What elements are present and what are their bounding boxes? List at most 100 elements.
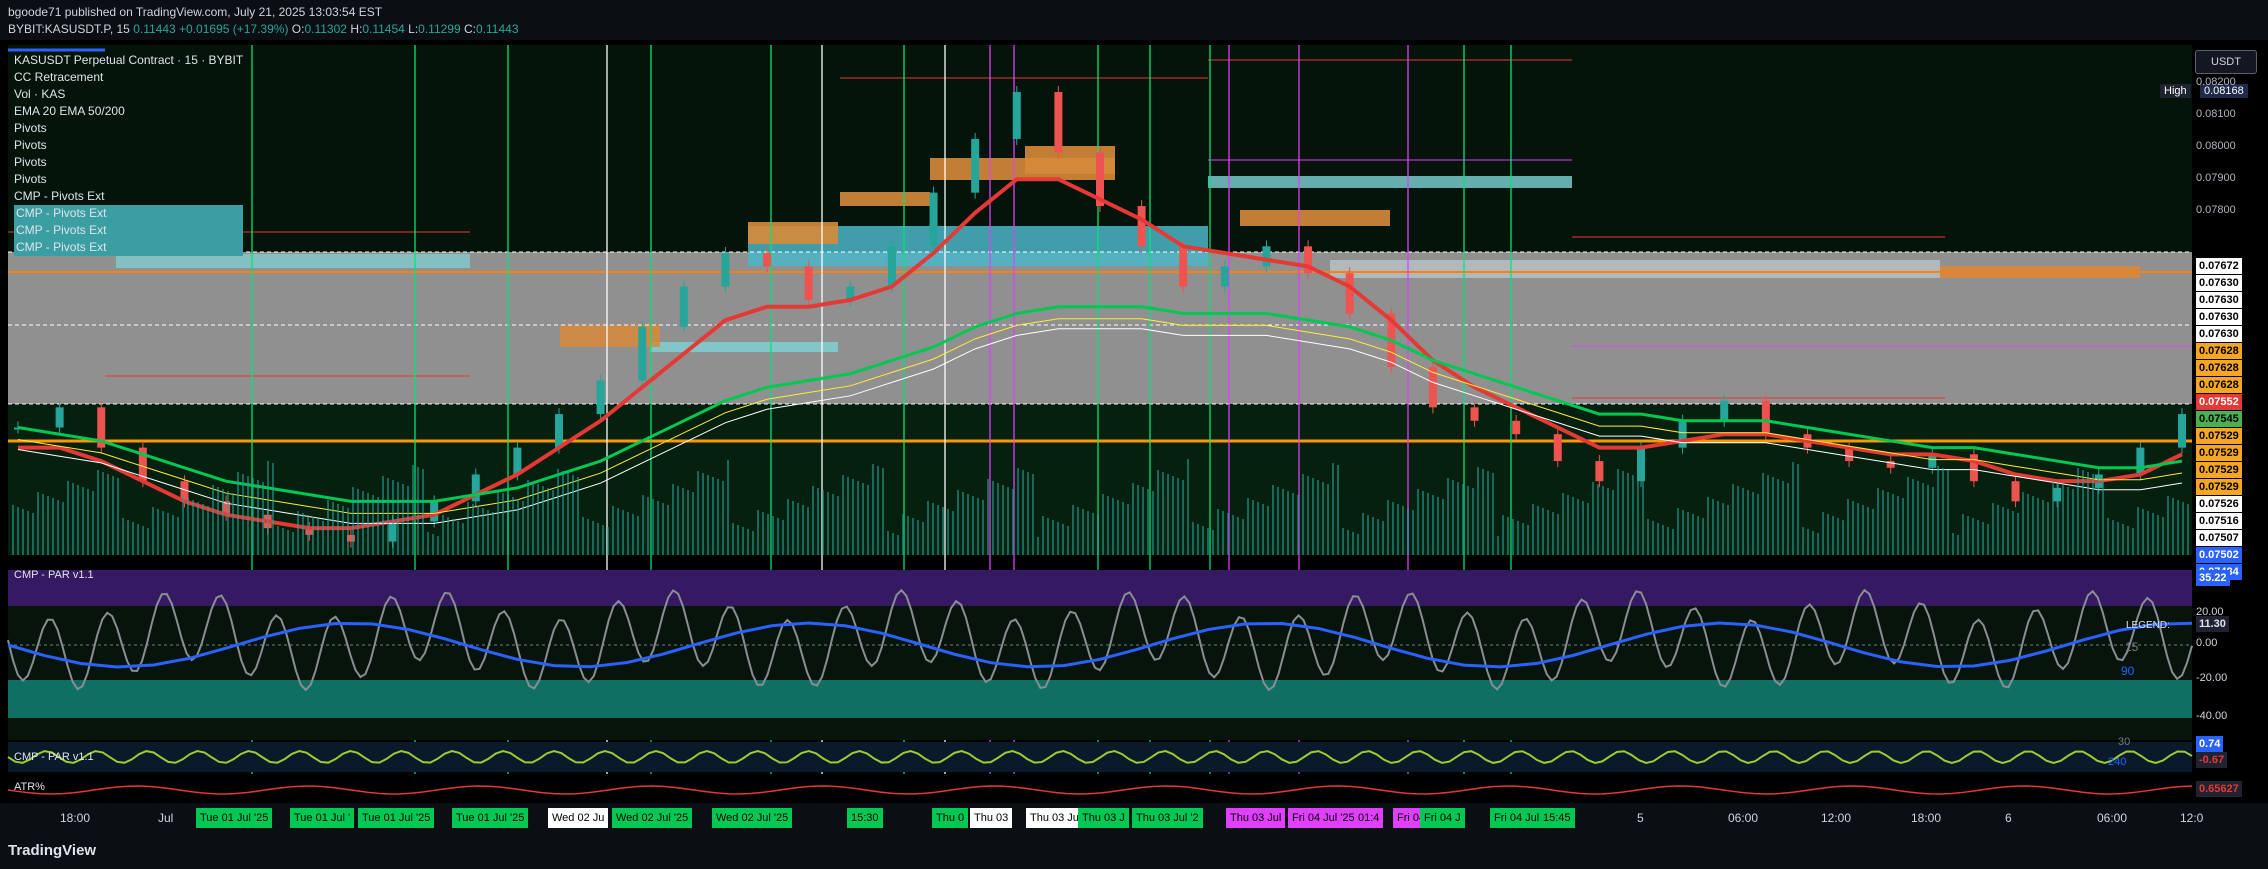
volume-bar — [427, 532, 429, 555]
osc2-num-240: 240 — [2108, 756, 2127, 768]
volume-bar — [1337, 465, 1339, 555]
volume-bar — [1002, 485, 1004, 555]
legend-item[interactable]: CMP - Pivots Ext — [14, 188, 243, 205]
volume-bar — [677, 486, 679, 555]
volume-bar — [302, 513, 304, 555]
volume-bar — [1267, 506, 1269, 555]
osc-badge-1: 35.22 — [2196, 570, 2230, 586]
volume-bar — [617, 508, 619, 555]
volume-bar — [1707, 497, 1709, 555]
volume-bar — [167, 513, 169, 555]
legend-item[interactable]: Pivots — [14, 171, 243, 188]
volume-bar — [1492, 473, 1494, 555]
volume-bar — [817, 488, 819, 555]
volume-bar — [1672, 529, 1674, 555]
volume-bar — [1377, 519, 1379, 555]
volume-bar — [1587, 503, 1589, 555]
volume-bar — [1857, 503, 1859, 555]
volume-bar — [2122, 524, 2124, 555]
volume-bar — [1817, 533, 1819, 555]
volume-bar — [1227, 513, 1229, 555]
volume-bar — [12, 505, 14, 555]
volume-bar — [1422, 491, 1424, 555]
volume-bar — [1327, 484, 1329, 555]
volume-bar — [1702, 518, 1704, 555]
volume-bar — [592, 521, 594, 555]
candle-39 — [1637, 447, 1645, 482]
candle-17 — [721, 253, 730, 287]
volume-bar — [62, 502, 64, 555]
volume-bar — [1922, 483, 1924, 555]
volume-bar — [862, 483, 864, 555]
volume-bar — [157, 509, 159, 555]
candle-32 — [1345, 273, 1354, 314]
volume-bar — [392, 480, 394, 555]
legend-item[interactable]: Pivots — [14, 137, 243, 154]
currency-button[interactable]: USDT — [2195, 50, 2257, 74]
volume-bar — [312, 517, 314, 555]
time-label: Fri 04 J — [1420, 808, 1465, 828]
volume-bar — [1127, 504, 1129, 555]
candle-22 — [929, 192, 938, 247]
volume-bar — [1692, 514, 1694, 555]
volume-bar — [227, 491, 229, 555]
volume-bar — [1992, 503, 1994, 555]
volume-bar — [852, 479, 854, 555]
volume-bar — [1972, 518, 1974, 555]
volume-bar — [1957, 535, 1959, 555]
volume-bar — [292, 532, 294, 555]
volume-bar — [457, 521, 459, 555]
volume-bar — [1787, 483, 1789, 555]
volume-bar — [1457, 482, 1459, 555]
volume-bar — [1607, 488, 1609, 555]
volume-bar — [1742, 488, 1744, 555]
volume-bar — [287, 530, 289, 555]
zone-orange-1 — [748, 222, 838, 244]
volume-bar — [1562, 493, 1564, 555]
volume-bar — [2152, 513, 2154, 555]
volume-bar — [97, 470, 99, 555]
time-label: 12:00 — [1821, 811, 1852, 825]
legend-item[interactable]: Pivots — [14, 154, 243, 171]
candle-42 — [1761, 400, 1770, 435]
volume-bar — [462, 523, 464, 555]
legend-item[interactable]: CMP - Pivots Ext — [14, 205, 244, 222]
volume-bar — [2112, 520, 2114, 555]
volume-bar — [37, 492, 39, 555]
volume-bar — [1462, 484, 1464, 555]
time-label: Wed 02 Jul '25 — [712, 808, 793, 828]
legend-item[interactable]: KASUSDT Perpetual Contract · 15 · BYBIT — [14, 52, 243, 69]
legend-item[interactable]: Vol · KAS — [14, 86, 243, 103]
volume-bar — [1947, 470, 1949, 555]
price-badge: 0.07628 — [2196, 360, 2242, 376]
legend-item[interactable]: CMP - Pivots Ext — [14, 222, 244, 239]
time-label: 15:45 — [1539, 808, 1575, 828]
price-scale-label: 0.07800 — [2196, 204, 2236, 216]
chart-canvas[interactable] — [0, 0, 2268, 869]
volume-bar — [282, 528, 284, 555]
legend-item[interactable]: CMP - Pivots Ext — [14, 239, 244, 256]
osc2-title: CMP - PAR v1.1 — [14, 751, 94, 763]
candle-36 — [1512, 420, 1521, 435]
tradingview-logo[interactable]: TradingView — [8, 842, 96, 859]
volume-bar — [1297, 495, 1299, 555]
volume-bar — [1182, 480, 1184, 555]
legend-item[interactable]: EMA 20 EMA 50/200 — [14, 103, 243, 120]
candle-14 — [596, 380, 605, 415]
volume-bar — [1752, 492, 1754, 555]
volume-bar — [1892, 494, 1894, 555]
time-label: 06:00 — [1728, 811, 1759, 825]
volume-bar — [1527, 525, 1529, 555]
price-badge: 0.07529 — [2196, 428, 2242, 444]
price-badge: 0.07545 — [2196, 411, 2242, 427]
atr-title: ATR% — [14, 781, 45, 793]
volume-bar — [1342, 528, 1344, 555]
volume-bar — [767, 514, 769, 555]
volume-bar — [507, 495, 509, 555]
volume-bar — [2097, 476, 2099, 555]
pane-divider — [8, 555, 2192, 570]
legend-item[interactable]: Pivots — [14, 120, 243, 137]
volume-bar — [412, 465, 414, 555]
volume-bar — [1357, 534, 1359, 555]
legend-item[interactable]: CC Retracement — [14, 69, 243, 86]
